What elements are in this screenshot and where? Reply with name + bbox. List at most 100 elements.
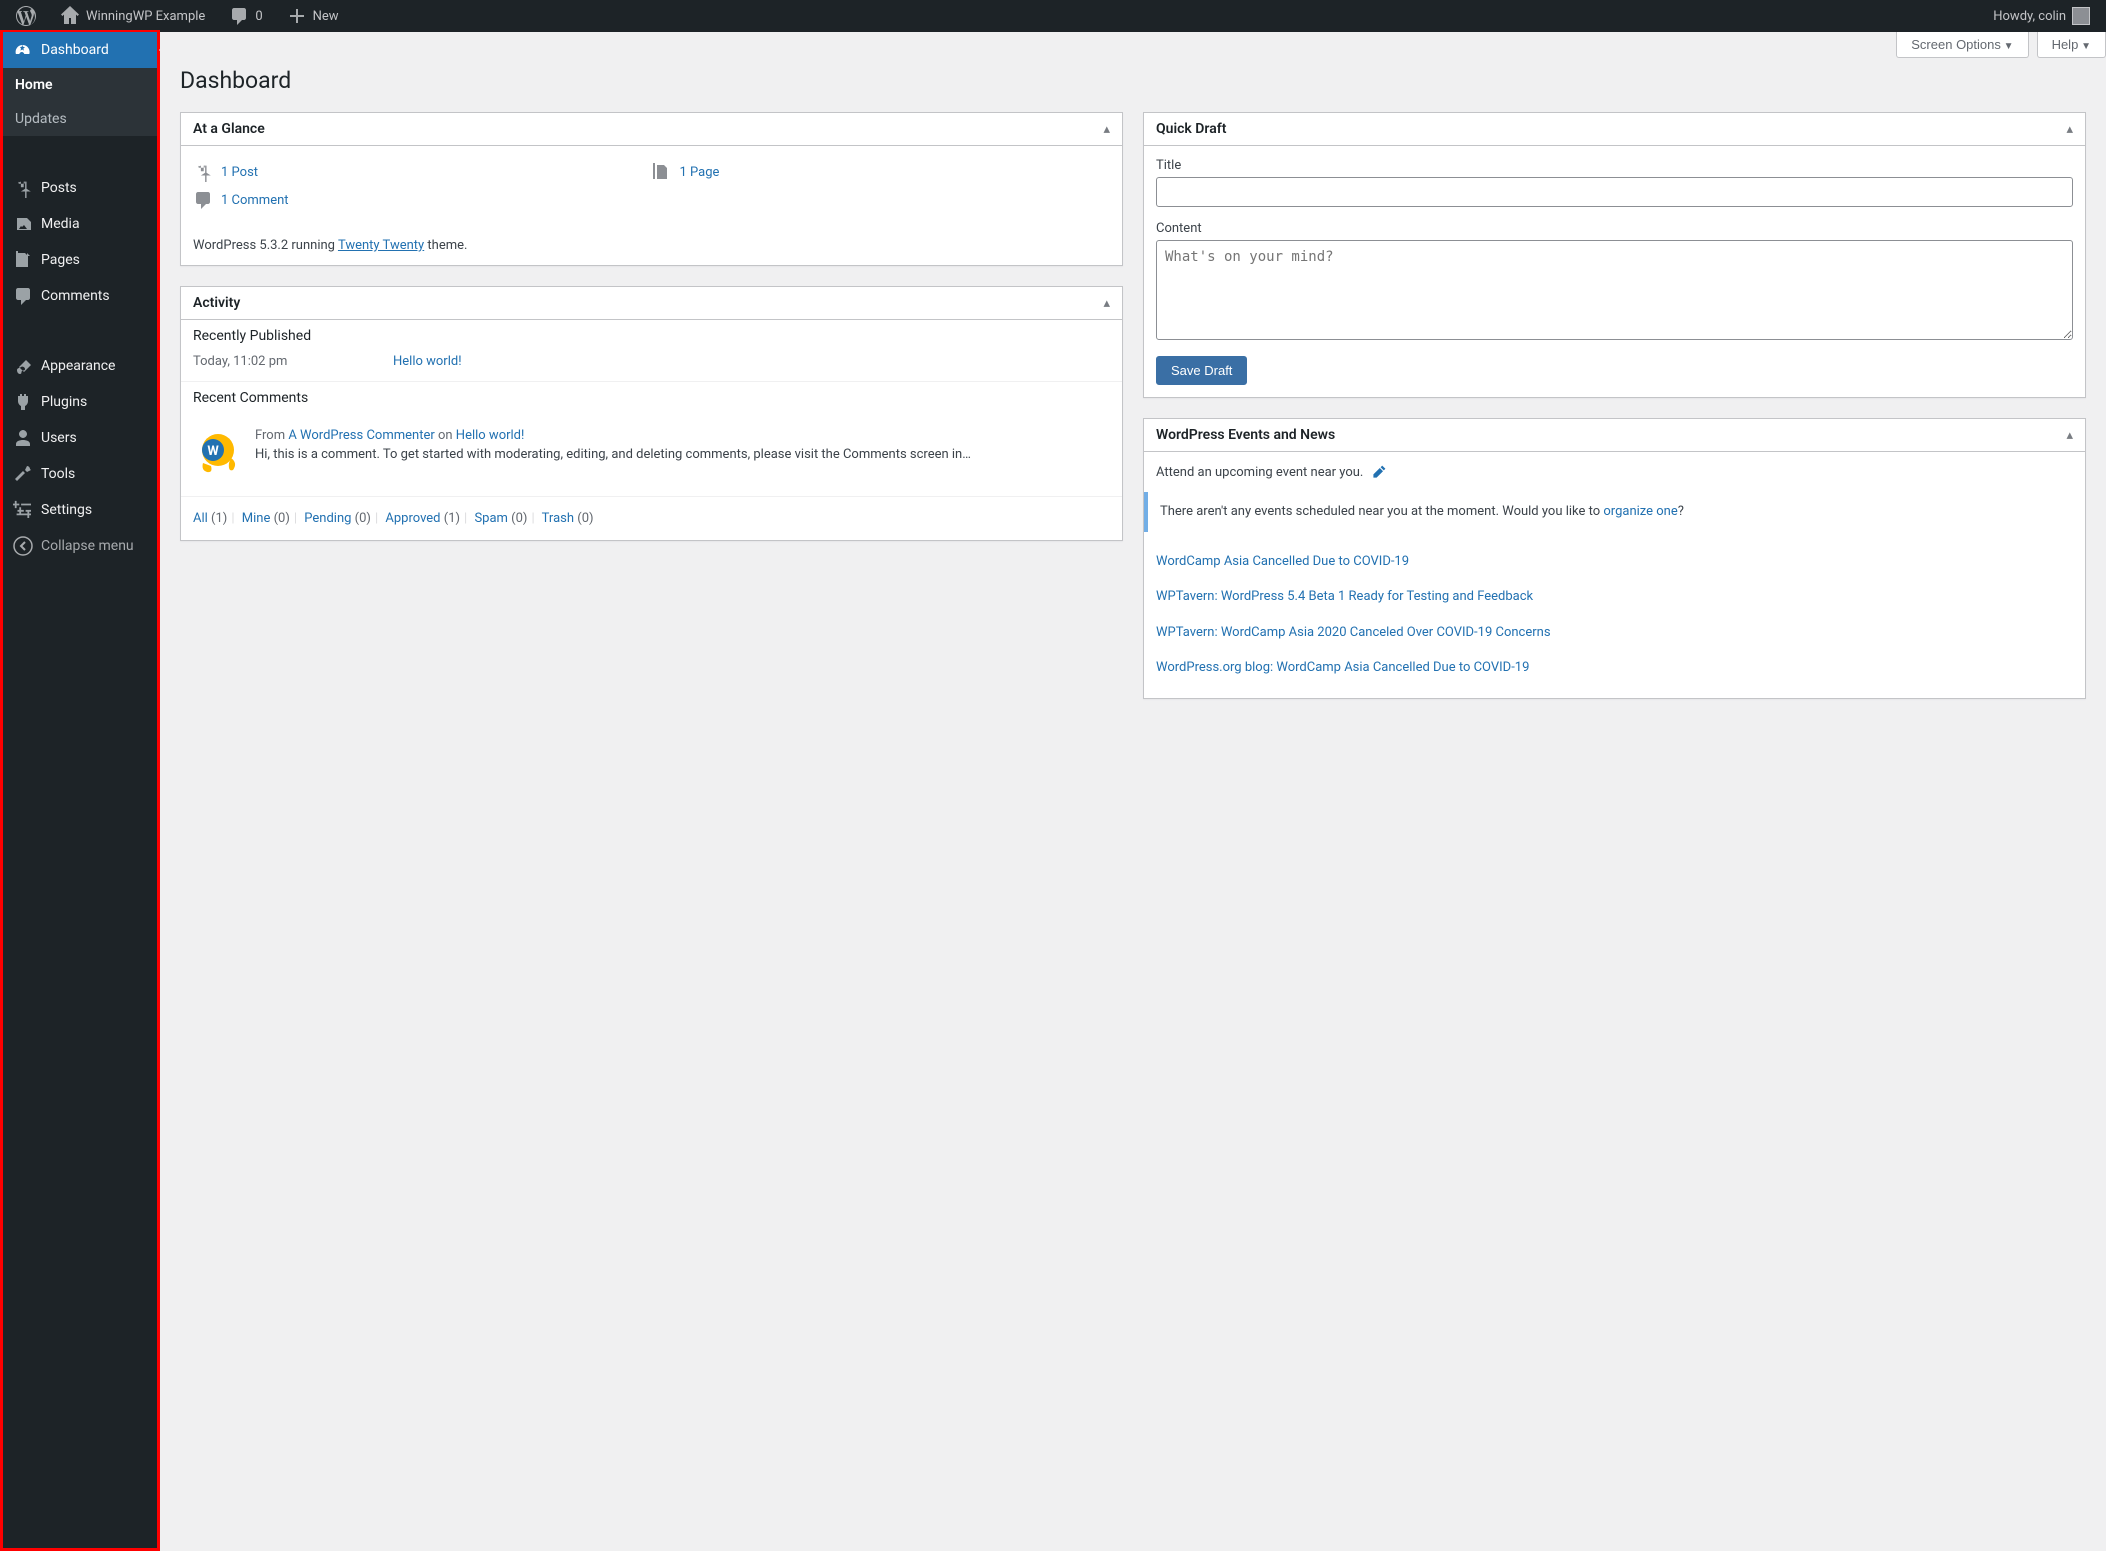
admin-sidebar: Dashboard Home Updates Posts Media Pages… <box>0 30 160 1551</box>
pages-icon <box>13 250 33 270</box>
comment-icon <box>193 190 213 210</box>
news-item: WordPress.org blog: WordCamp Asia Cancel… <box>1156 650 2073 686</box>
admin-bar: WinningWP Example 0 New Howdy, colin <box>0 0 2106 32</box>
pages-icon <box>652 162 672 182</box>
filter-spam[interactable]: Spam <box>474 511 508 526</box>
events-intro: Attend an upcoming event near you. <box>1156 464 2073 492</box>
comment-meta: From A WordPress Commenter on Hello worl… <box>255 428 971 443</box>
comments-icon <box>13 286 33 306</box>
svg-text:W: W <box>207 444 219 459</box>
wordpress-icon <box>16 6 36 26</box>
glance-comments-link[interactable]: 1 Comment <box>221 193 289 208</box>
news-item: WPTavern: WordCamp Asia 2020 Canceled Ov… <box>1156 615 2073 651</box>
toggle-icon[interactable]: ▴ <box>1103 122 1110 137</box>
new-label: New <box>313 9 339 24</box>
events-notice: There aren't any events scheduled near y… <box>1144 492 2085 532</box>
content-label: Content <box>1156 221 2073 236</box>
sidebar-item-comments[interactable]: Comments <box>3 278 157 314</box>
comment-icon <box>229 6 249 26</box>
screen-options-button[interactable]: Screen Options <box>1896 32 2028 58</box>
glance-comments: 1 Comment <box>193 186 1110 214</box>
collapse-icon <box>13 536 33 556</box>
sidebar-label: Dashboard <box>41 42 109 58</box>
plugin-icon <box>13 392 33 412</box>
avatar-icon <box>2072 7 2090 25</box>
title-label: Title <box>1156 158 2073 173</box>
sidebar-item-settings[interactable]: Settings <box>3 492 157 528</box>
filter-all[interactable]: All <box>193 511 208 526</box>
filter-approved[interactable]: Approved <box>385 511 440 526</box>
sidebar-collapse[interactable]: Collapse menu <box>3 528 157 564</box>
help-button[interactable]: Help <box>2037 32 2106 58</box>
media-icon <box>13 214 33 234</box>
toggle-icon[interactable]: ▴ <box>1103 296 1110 311</box>
comment-filters: All (1)| Mine (0)| Pending (0)| Approved… <box>181 497 1122 540</box>
publish-title-link[interactable]: Hello world! <box>393 354 462 369</box>
sidebar-item-dashboard[interactable]: Dashboard <box>3 32 157 68</box>
pin-icon <box>13 178 33 198</box>
filter-trash[interactable]: Trash <box>542 511 574 526</box>
toggle-icon[interactable]: ▴ <box>2066 428 2073 443</box>
draft-content-input[interactable] <box>1156 240 2073 340</box>
site-name[interactable]: WinningWP Example <box>52 0 213 32</box>
sidebar-item-pages[interactable]: Pages <box>3 242 157 278</box>
sidebar-sub-home[interactable]: Home <box>3 68 157 102</box>
comment-text: Hi, this is a comment. To get started wi… <box>255 445 971 465</box>
filter-pending[interactable]: Pending <box>304 511 351 526</box>
sidebar-item-tools[interactable]: Tools <box>3 456 157 492</box>
new-content[interactable]: New <box>279 0 347 32</box>
activity-title: Activity <box>193 295 240 311</box>
howdy-label: Howdy, colin <box>1993 9 2066 24</box>
save-draft-button[interactable]: Save Draft <box>1156 356 1247 385</box>
site-name-label: WinningWP Example <box>86 9 205 24</box>
pencil-icon[interactable] <box>1371 464 1387 480</box>
user-icon <box>13 428 33 448</box>
comments-link[interactable]: 0 <box>221 0 270 32</box>
comments-count: 0 <box>255 9 262 24</box>
glance-posts-link[interactable]: 1 Post <box>221 165 258 180</box>
recent-comments-heading: Recent Comments <box>181 382 1122 410</box>
at-a-glance-box: At a Glance ▴ 1 Post 1 Page <box>180 112 1123 266</box>
events-news-box: WordPress Events and News ▴ Attend an up… <box>1143 418 2086 699</box>
filter-mine[interactable]: Mine <box>242 511 271 526</box>
comment-post-link[interactable]: Hello world! <box>456 428 525 443</box>
wrench-icon <box>13 464 33 484</box>
wp-version: WordPress 5.3.2 running Twenty Twenty th… <box>193 226 1110 253</box>
draft-title-input[interactable] <box>1156 177 2073 207</box>
toggle-icon[interactable]: ▴ <box>2066 122 2073 137</box>
quickdraft-title: Quick Draft <box>1156 121 1226 137</box>
news-list: WordCamp Asia Cancelled Due to COVID-19 … <box>1156 544 2073 686</box>
published-row: Today, 11:02 pm Hello world! <box>181 348 1122 382</box>
theme-link[interactable]: Twenty Twenty <box>338 238 424 253</box>
glance-pages: 1 Page <box>652 158 1111 186</box>
glance-title: At a Glance <box>193 121 265 137</box>
page-title: Dashboard <box>180 58 2086 98</box>
home-icon <box>60 6 80 26</box>
screen-meta: Screen Options Help <box>180 32 2106 58</box>
pin-icon <box>193 162 213 182</box>
activity-box: Activity ▴ Recently Published Today, 11:… <box>180 286 1123 541</box>
sidebar-item-plugins[interactable]: Plugins <box>3 384 157 420</box>
plus-icon <box>287 6 307 26</box>
main-content: Screen Options Help Dashboard At a Glanc… <box>160 32 2106 1551</box>
sidebar-item-media[interactable]: Media <box>3 206 157 242</box>
glance-pages-link[interactable]: 1 Page <box>680 165 720 180</box>
organize-link[interactable]: organize one <box>1603 504 1677 519</box>
wp-logo[interactable] <box>8 0 44 32</box>
publish-time: Today, 11:02 pm <box>193 354 393 369</box>
wapuu-avatar-icon: W <box>193 428 243 478</box>
sidebar-sub-updates[interactable]: Updates <box>3 102 157 136</box>
dashboard-icon <box>13 40 33 60</box>
recently-published-heading: Recently Published <box>181 320 1122 348</box>
sidebar-item-users[interactable]: Users <box>3 420 157 456</box>
brush-icon <box>13 356 33 376</box>
my-account[interactable]: Howdy, colin <box>1985 0 2098 32</box>
commenter-link[interactable]: A WordPress Commenter <box>288 428 434 443</box>
comment-item: W From A WordPress Commenter on Hello wo… <box>193 422 1110 484</box>
sidebar-item-appearance[interactable]: Appearance <box>3 348 157 384</box>
sidebar-item-posts[interactable]: Posts <box>3 170 157 206</box>
news-item: WPTavern: WordPress 5.4 Beta 1 Ready for… <box>1156 579 2073 615</box>
news-item: WordCamp Asia Cancelled Due to COVID-19 <box>1156 544 2073 580</box>
quick-draft-box: Quick Draft ▴ Title Content Save Draft <box>1143 112 2086 398</box>
events-title: WordPress Events and News <box>1156 427 1335 443</box>
